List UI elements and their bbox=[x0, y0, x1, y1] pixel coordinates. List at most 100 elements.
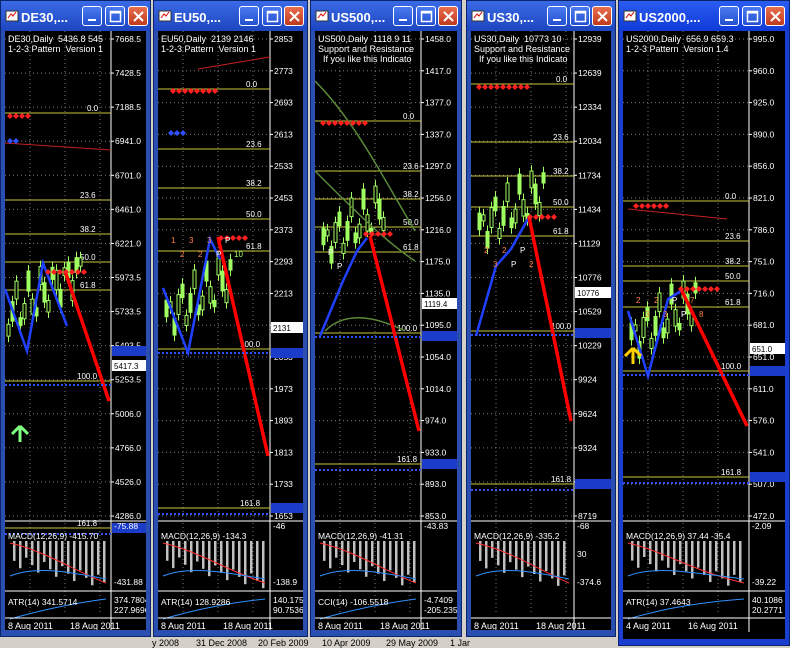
macd-bar bbox=[79, 541, 82, 571]
atr-tick-label: 140.175 bbox=[273, 595, 303, 605]
close-button[interactable] bbox=[284, 6, 304, 26]
macd-bar bbox=[383, 541, 386, 582]
candle bbox=[377, 198, 382, 220]
pattern-label: 10 bbox=[234, 250, 243, 259]
candle bbox=[353, 232, 358, 244]
minimize-button[interactable] bbox=[82, 6, 102, 26]
price-tick-label: 2613 bbox=[274, 129, 293, 139]
chart-info-line: US500,Daily 1118.9 11 bbox=[318, 34, 412, 44]
chart-area[interactable]: 995.0 960.0 925.0 890.0 856.0 821.0 786.0 751.0… bbox=[623, 31, 785, 639]
price-tick-label: 2853 bbox=[274, 34, 293, 44]
chart-area[interactable]: 1458.0 1417.0 1377.0 1337.0 1297.0 1256.0 1216… bbox=[315, 31, 457, 630]
chart-window-us2000[interactable]: US2000,... 995.0 960.0 925.0 890.0 856.0 821.… bbox=[618, 0, 790, 646]
macd-bar bbox=[655, 541, 658, 572]
title-bar[interactable]: US30,... bbox=[467, 1, 615, 31]
level-price-box bbox=[750, 472, 785, 482]
close-button[interactable] bbox=[128, 6, 148, 26]
pivot-marker bbox=[639, 203, 645, 209]
date-label: 8 Aug 2011 bbox=[474, 621, 519, 630]
pivot-marker bbox=[663, 203, 669, 209]
price-axis: 12939 12639 12334 12034 11734 11434 11129 10776… bbox=[574, 34, 602, 521]
current-price-label: 651.0 bbox=[752, 345, 773, 354]
pivot-marker bbox=[545, 214, 551, 220]
chart-info-text: DE30,Daily 5436.8 545 1-2-3 Pattern Versi… bbox=[8, 34, 103, 54]
atr-tick-label: 227.9696 bbox=[114, 605, 146, 615]
price-tick-label: 4766.0 bbox=[115, 443, 141, 453]
macd-bar bbox=[67, 541, 70, 574]
fib-level-label: 161.8 bbox=[240, 499, 261, 508]
window-title: DE30,... bbox=[21, 10, 68, 25]
candle bbox=[337, 211, 342, 227]
close-button[interactable] bbox=[765, 6, 785, 26]
macd-bar bbox=[335, 541, 338, 558]
candle bbox=[665, 318, 670, 334]
candle bbox=[224, 288, 229, 304]
bg-axis-label: 10 Apr 2009 bbox=[322, 638, 371, 648]
up-arrow-icon bbox=[10, 424, 30, 442]
chart-area[interactable]: 2853277326932613253324532373229322132131… bbox=[158, 31, 303, 630]
price-tick-label: 12939 bbox=[578, 34, 602, 44]
fib-level-label: 0.0 bbox=[403, 112, 415, 121]
title-bar[interactable]: US2000,... bbox=[619, 1, 789, 31]
macd-bar bbox=[73, 541, 76, 582]
chart-area[interactable]: 12939 12639 12334 12034 11734 11434 11129 10776… bbox=[471, 31, 611, 630]
minimize-button[interactable] bbox=[547, 6, 567, 26]
macd-bar bbox=[395, 541, 398, 578]
macd-bar bbox=[91, 541, 94, 586]
pivot-marker bbox=[7, 113, 13, 119]
price-tick-label: 7428.5 bbox=[115, 68, 141, 78]
minimize-button[interactable] bbox=[393, 6, 413, 26]
pivot-marker bbox=[13, 113, 19, 119]
fib-level-label: 100.0 bbox=[721, 362, 742, 371]
pivot-marker bbox=[363, 231, 369, 237]
pivot-marker bbox=[375, 231, 381, 237]
maximize-button[interactable] bbox=[416, 6, 436, 26]
macd-bar bbox=[31, 541, 34, 566]
pattern-label: 1 bbox=[171, 236, 176, 245]
candle bbox=[373, 185, 378, 204]
macd-tick-label: -2.09 bbox=[752, 521, 772, 531]
close-button[interactable] bbox=[592, 6, 612, 26]
macd-bar bbox=[679, 541, 682, 565]
close-button[interactable] bbox=[438, 6, 458, 26]
price-chart: 995.0 960.0 925.0 890.0 856.0 821.0 786.0 751.0… bbox=[623, 31, 785, 632]
fib-level-label: 61.8 bbox=[403, 243, 419, 252]
candle bbox=[521, 199, 526, 217]
chart-area[interactable]: 7668.5 7428.5 7188.5 6941.0 6701.0 6461.0 6221… bbox=[5, 31, 146, 630]
chart-info-line: 1-2-3 Pattern Version 1 bbox=[161, 44, 257, 54]
candle bbox=[212, 299, 217, 308]
price-tick-label: 1893 bbox=[274, 416, 293, 426]
maximize-button[interactable] bbox=[742, 6, 762, 26]
title-bar[interactable]: EU50,... bbox=[154, 1, 307, 31]
pattern-label: 2 bbox=[502, 246, 507, 255]
macd-label: MACD(12,26,9) -335.2 bbox=[474, 531, 560, 541]
candle bbox=[192, 269, 197, 290]
window-title: US500,... bbox=[331, 10, 386, 25]
pivot-marker bbox=[702, 286, 708, 292]
title-bar[interactable]: DE30,... bbox=[1, 1, 150, 31]
candle bbox=[325, 229, 330, 237]
macd-bar bbox=[643, 541, 646, 557]
chart-window-de30[interactable]: DE30,... 7668.5 7428.5 7188.5 6941.0 6701.0 6… bbox=[0, 0, 151, 637]
minimize-button[interactable] bbox=[239, 6, 259, 26]
date-label: 8 Aug 2011 bbox=[318, 621, 363, 630]
maximize-button[interactable] bbox=[105, 6, 125, 26]
minimize-button[interactable] bbox=[719, 6, 739, 26]
macd-bar bbox=[739, 541, 742, 583]
chart-window-us30[interactable]: US30,... 12939 12639 12334 12034 11734 11434 1… bbox=[466, 0, 616, 637]
candle bbox=[513, 208, 518, 224]
title-bar[interactable]: US500,... bbox=[311, 1, 461, 31]
macd-bar bbox=[667, 541, 670, 568]
chart-window-us500[interactable]: US500,... 1458.0 1417.0 1377.0 1337.0 1297.0… bbox=[310, 0, 462, 637]
candle bbox=[6, 323, 11, 337]
maximize-button[interactable] bbox=[570, 6, 590, 26]
pattern-label: P bbox=[216, 250, 221, 259]
maximize-button[interactable] bbox=[262, 6, 282, 26]
price-tick-label: 821.0 bbox=[753, 193, 775, 203]
chart-window-eu50[interactable]: EU50,... 2853 2773 2693 2613 2533 2453 2373 229… bbox=[153, 0, 308, 637]
candle bbox=[661, 327, 666, 339]
atr-tick-label: 90.7536 bbox=[273, 605, 303, 615]
macd-bar bbox=[413, 541, 416, 583]
price-tick-label: 890.0 bbox=[753, 129, 775, 139]
pivot-marker bbox=[488, 84, 494, 90]
